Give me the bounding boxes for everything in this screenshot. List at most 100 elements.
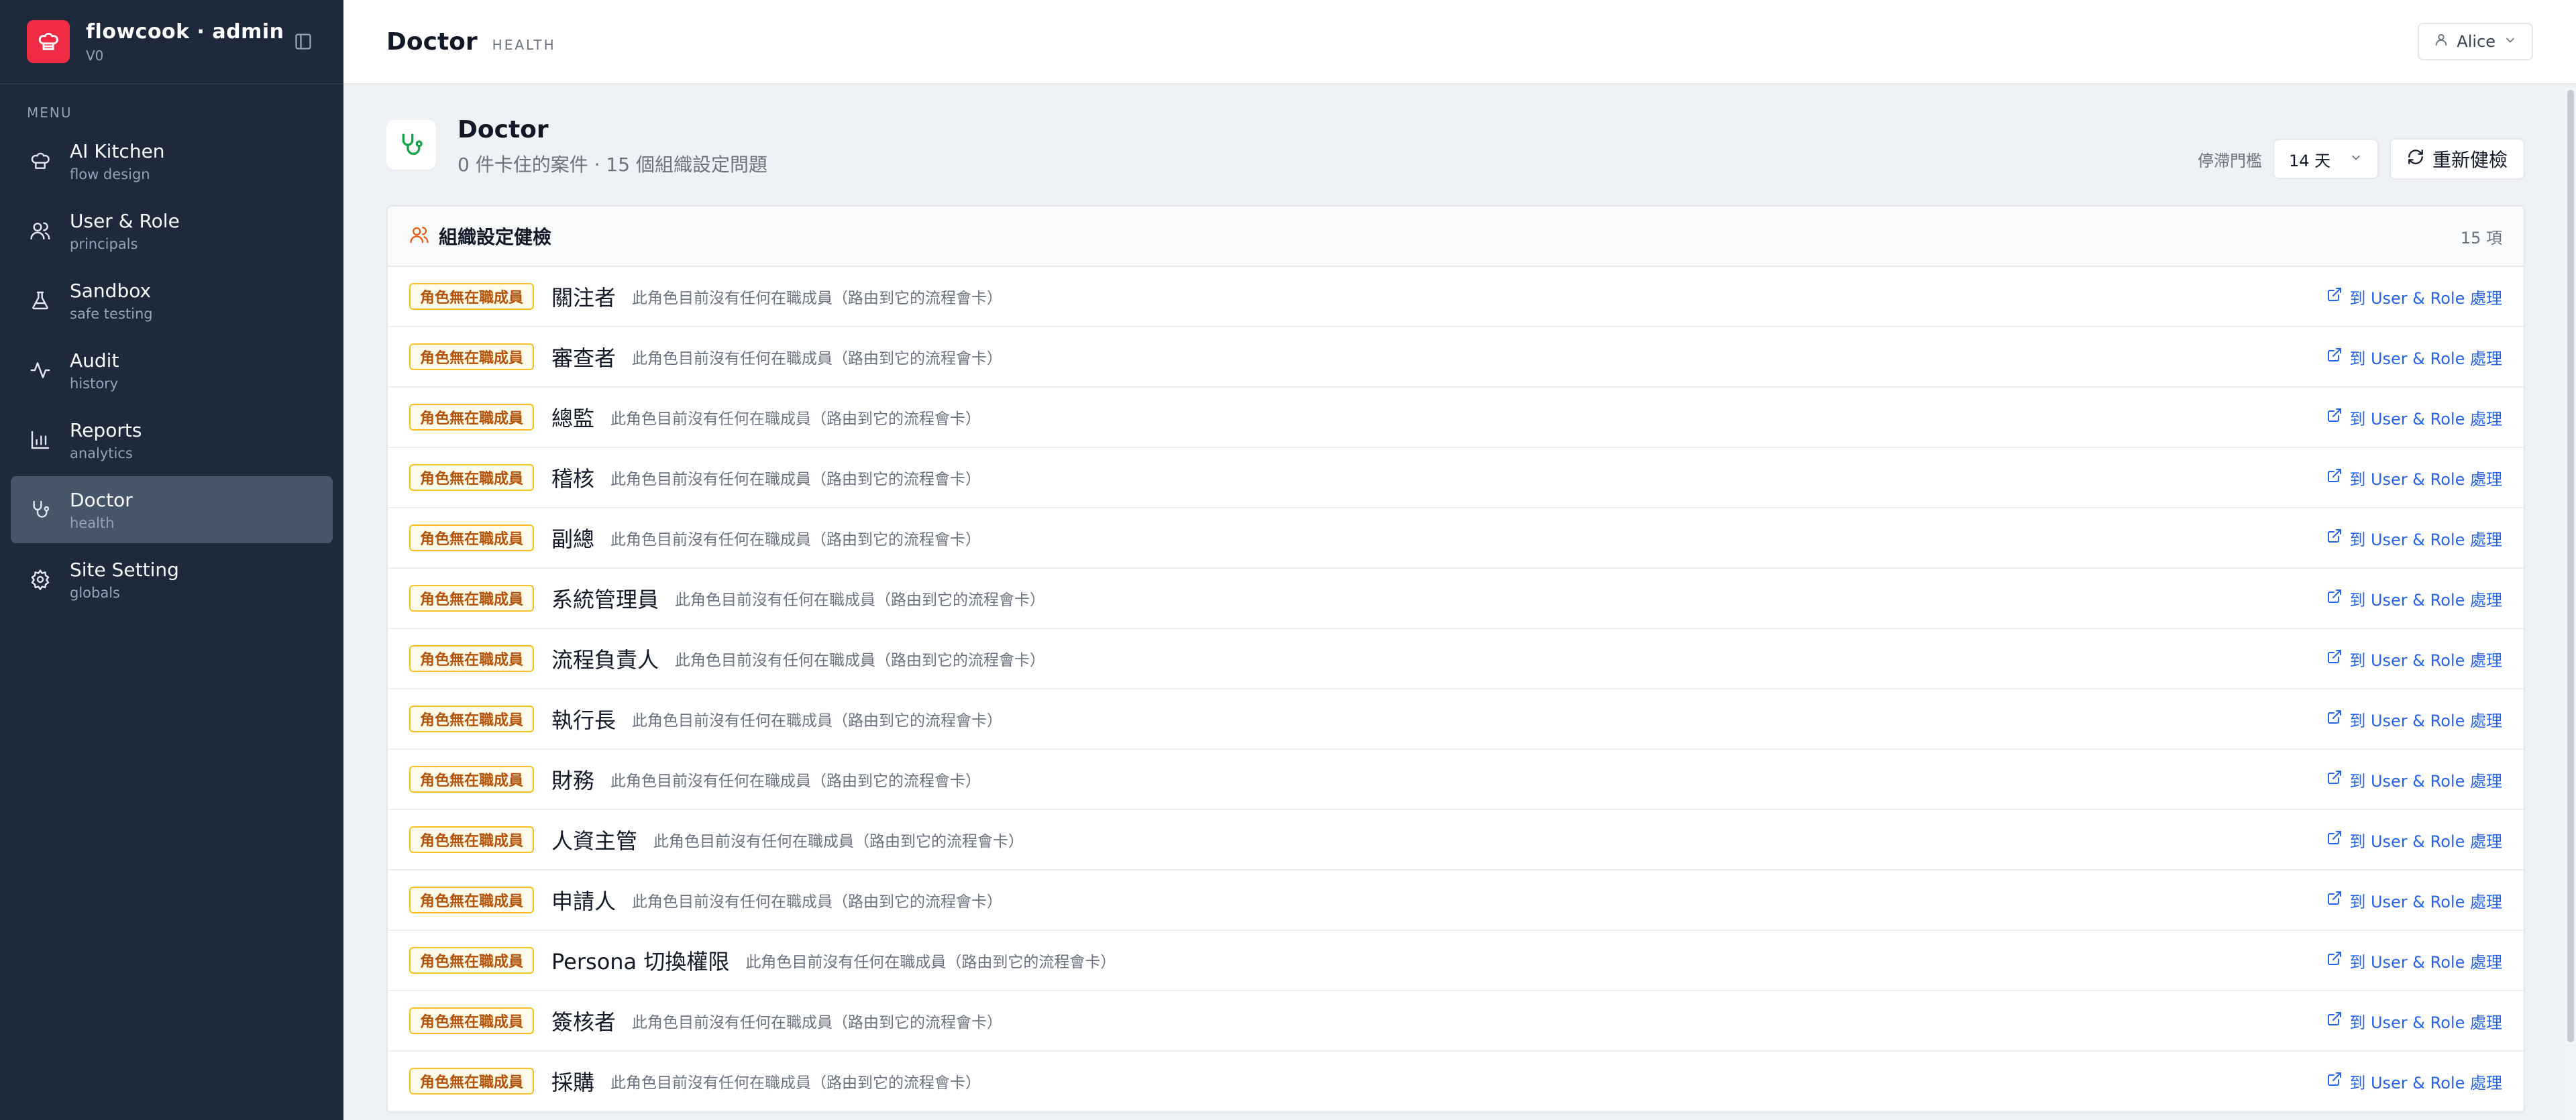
- sidebar-item-label: Reports: [70, 418, 142, 441]
- sidebar-item-sandbox[interactable]: Sandbox safe testing: [11, 267, 333, 334]
- sidebar-item-sub: globals: [70, 584, 120, 601]
- go-to-user-role-link[interactable]: 到 User & Role 處理: [2326, 708, 2502, 731]
- go-to-user-role-link[interactable]: 到 User & Role 處理: [2326, 587, 2502, 610]
- sidebar-toggle-icon[interactable]: [290, 28, 317, 55]
- status-badge: 角色無在職成員: [409, 404, 535, 431]
- section-summary: 0 件卡住的案件 · 15 個組織設定問題: [458, 153, 767, 176]
- status-badge: 角色無在職成員: [409, 645, 535, 672]
- link-label: 到 User & Role 處理: [2349, 1073, 2502, 1093]
- status-badge: 角色無在職成員: [409, 826, 535, 853]
- gear-icon: [27, 566, 54, 593]
- bar-chart-icon: [27, 427, 54, 453]
- go-to-user-role-link[interactable]: 到 User & Role 處理: [2326, 647, 2502, 671]
- issue-description: 此角色目前沒有任何在職成員（路由到它的流程會卡）: [610, 471, 981, 488]
- role-name: 系統管理員: [551, 587, 659, 612]
- page-header: Doctor 0 件卡住的案件 · 15 個組織設定問題 停滯門檻 14 天 重…: [386, 85, 2525, 205]
- chevron-down-icon: [2504, 32, 2517, 51]
- link-label: 到 User & Role 處理: [2349, 409, 2502, 429]
- issue-description: 此角色目前沒有任何在職成員（路由到它的流程會卡）: [610, 773, 981, 790]
- sidebar-item-label: Doctor: [70, 488, 133, 511]
- issue-row: 角色無在職成員 Persona 切換權限 此角色目前沒有任何在職成員（路由到它的流程…: [388, 931, 2524, 991]
- role-name: 申請人: [551, 889, 616, 914]
- page-title: Doctor: [386, 27, 478, 56]
- brand-version: V0: [86, 47, 104, 64]
- sidebar-item-sub: health: [70, 514, 115, 531]
- sidebar-item-reports[interactable]: Reports analytics: [11, 406, 333, 473]
- sidebar-item-audit[interactable]: Audit history: [11, 337, 333, 404]
- issue-list: 角色無在職成員 關注者 此角色目前沒有任何在職成員（路由到它的流程會卡）到 User…: [388, 267, 2524, 1112]
- link-label: 到 User & Role 處理: [2349, 952, 2502, 972]
- link-label: 到 User & Role 處理: [2349, 469, 2502, 489]
- chef-hat-icon: [27, 148, 54, 174]
- users-icon: [409, 225, 429, 247]
- go-to-user-role-link[interactable]: 到 User & Role 處理: [2326, 285, 2502, 309]
- header-controls: 停滯門檻 14 天 重新健檢: [2198, 138, 2525, 180]
- external-link-icon: [2326, 588, 2343, 608]
- issue-description: 此角色目前沒有任何在職成員（路由到它的流程會卡）: [610, 410, 981, 428]
- stethoscope-icon: [27, 496, 54, 523]
- go-to-user-role-link[interactable]: 到 User & Role 處理: [2326, 1009, 2502, 1033]
- threshold-select[interactable]: 14 天: [2272, 139, 2379, 179]
- external-link-icon: [2326, 890, 2343, 910]
- link-label: 到 User & Role 處理: [2349, 288, 2502, 308]
- status-badge: 角色無在職成員: [409, 1068, 535, 1095]
- user-menu-button[interactable]: Alice: [2418, 23, 2533, 60]
- threshold-value: 14 天: [2288, 151, 2331, 170]
- link-label: 到 User & Role 處理: [2349, 832, 2502, 851]
- external-link-icon: [2326, 769, 2343, 789]
- refresh-button[interactable]: 重新健檢: [2389, 138, 2525, 180]
- link-label: 到 User & Role 處理: [2349, 771, 2502, 791]
- link-label: 到 User & Role 處理: [2349, 1013, 2502, 1032]
- go-to-user-role-link[interactable]: 到 User & Role 處理: [2326, 526, 2502, 550]
- go-to-user-role-link[interactable]: 到 User & Role 處理: [2326, 345, 2502, 369]
- issue-description: 此角色目前沒有任何在職成員（路由到它的流程會卡）: [675, 652, 1046, 669]
- sidebar-item-label: Audit: [70, 349, 119, 372]
- chef-hat-icon[interactable]: [27, 20, 70, 63]
- sidebar-item-doctor[interactable]: Doctor health: [11, 476, 333, 543]
- issue-count: 15 項: [2460, 228, 2502, 247]
- topbar: Doctor HEALTH Alice: [343, 0, 2576, 85]
- link-label: 到 User & Role 處理: [2349, 892, 2502, 911]
- go-to-user-role-link[interactable]: 到 User & Role 處理: [2326, 1070, 2502, 1093]
- sidebar-item-sub: analytics: [70, 445, 133, 461]
- external-link-icon: [2326, 830, 2343, 850]
- role-name: 流程負責人: [551, 647, 659, 673]
- link-label: 到 User & Role 處理: [2349, 651, 2502, 670]
- scrollbar[interactable]: [2565, 85, 2576, 1120]
- status-badge: 角色無在職成員: [409, 887, 535, 913]
- issue-description: 此角色目前沒有任何在職成員（路由到它的流程會卡）: [675, 592, 1046, 609]
- issue-row: 角色無在職成員 採購 此角色目前沒有任何在職成員（路由到它的流程會卡） 到 User …: [388, 1052, 2524, 1112]
- sidebar-item-site-setting[interactable]: Site Setting globals: [11, 546, 333, 613]
- scrollbar-thumb[interactable]: [2567, 90, 2574, 1042]
- external-link-icon: [2326, 709, 2343, 729]
- go-to-user-role-link[interactable]: 到 User & Role 處理: [2326, 406, 2502, 429]
- refresh-icon: [2407, 148, 2424, 170]
- status-badge: 角色無在職成員: [409, 766, 535, 793]
- users-icon: [27, 217, 54, 244]
- main-content: Doctor 0 件卡住的案件 · 15 個組織設定問題 停滯門檻 14 天 重…: [343, 85, 2576, 1120]
- go-to-user-role-link[interactable]: 到 User & Role 處理: [2326, 768, 2502, 791]
- sidebar-item-ai-kitchen[interactable]: AI Kitchen flow design: [11, 127, 333, 194]
- status-badge: 角色無在職成員: [409, 343, 535, 370]
- status-badge: 角色無在職成員: [409, 947, 535, 974]
- go-to-user-role-link[interactable]: 到 User & Role 處理: [2326, 949, 2502, 972]
- go-to-user-role-link[interactable]: 到 User & Role 處理: [2326, 466, 2502, 490]
- role-name: 執行長: [551, 708, 616, 733]
- external-link-icon: [2326, 649, 2343, 669]
- sidebar-item-label: AI Kitchen: [70, 139, 165, 162]
- role-name: 人資主管: [551, 828, 638, 854]
- external-link-icon: [2326, 528, 2343, 548]
- external-link-icon: [2326, 467, 2343, 488]
- activity-icon: [27, 357, 54, 384]
- go-to-user-role-link[interactable]: 到 User & Role 處理: [2326, 889, 2502, 912]
- issue-row: 角色無在職成員 簽核者 此角色目前沒有任何在職成員（路由到它的流程會卡） 到 User…: [388, 991, 2524, 1052]
- card-title: 組織設定健檢: [439, 226, 552, 248]
- sidebar-item-label: User & Role: [70, 209, 180, 232]
- sidebar-item-user-role[interactable]: User & Role principals: [11, 197, 333, 264]
- go-to-user-role-link[interactable]: 到 User & Role 處理: [2326, 828, 2502, 852]
- link-label: 到 User & Role 處理: [2349, 711, 2502, 730]
- link-label: 到 User & Role 處理: [2349, 530, 2502, 549]
- issue-row: 角色無在職成員 副總 此角色目前沒有任何在職成員（路由到它的流程會卡） 到 User …: [388, 508, 2524, 569]
- external-link-icon: [2326, 1071, 2343, 1091]
- sidebar: flowcook · admin V0 MENU AI Kitchen flow…: [0, 0, 343, 1120]
